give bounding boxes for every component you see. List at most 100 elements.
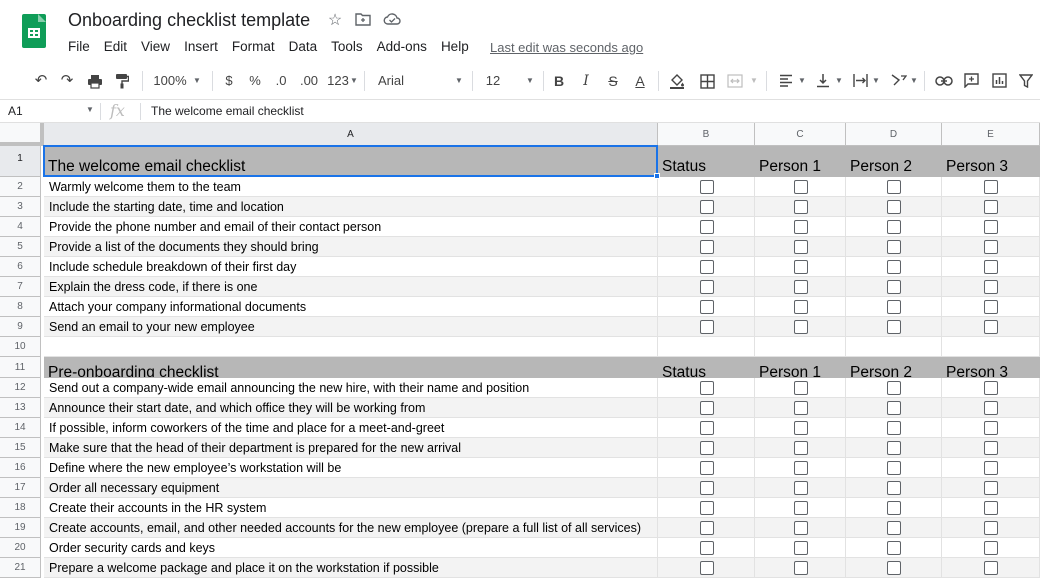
move-to-folder-icon[interactable] [354,12,372,30]
vertical-align-icon[interactable] [815,71,831,91]
format-currency-button[interactable]: $ [222,71,236,91]
checkbox[interactable] [984,180,998,194]
menu-add-ons[interactable]: Add-ons [370,38,434,58]
checkbox[interactable] [700,501,714,515]
formula-input[interactable]: The welcome email checklist [151,104,304,118]
checkbox-cell[interactable] [658,538,755,558]
checkbox[interactable] [984,300,998,314]
checklist-item-cell[interactable]: Define where the new employee’s workstat… [44,458,658,478]
checkbox[interactable] [700,541,714,555]
checkbox-cell[interactable] [846,438,942,458]
checkbox[interactable] [794,200,808,214]
row-header-6[interactable]: 6 [0,257,41,277]
checklist-item-cell[interactable]: Create their accounts in the HR system [44,498,658,518]
checkbox[interactable] [887,461,901,475]
checkbox-cell[interactable] [658,378,755,398]
insert-link-icon[interactable] [934,71,954,91]
checkbox[interactable] [700,561,714,575]
checkbox-cell[interactable] [942,558,1040,578]
checkbox[interactable] [794,381,808,395]
text-rotation-icon[interactable] [889,71,907,91]
italic-button[interactable]: I [579,71,593,91]
checklist-item-cell[interactable]: Order all necessary equipment [44,478,658,498]
checkbox-cell[interactable] [846,297,942,317]
last-edit-link[interactable]: Last edit was seconds ago [490,40,643,55]
checkbox-cell[interactable] [755,418,846,438]
checkbox-cell[interactable] [755,378,846,398]
checkbox[interactable] [984,401,998,415]
row-header-20[interactable]: 20 [0,538,41,558]
checkbox-cell[interactable] [846,458,942,478]
section-column-label[interactable]: Person 2 [846,146,942,177]
more-formats-button[interactable]: 123 [326,71,350,91]
section-column-label[interactable]: Person 2 [846,357,942,378]
font-dropdown-icon[interactable]: ▼ [454,71,464,91]
checkbox[interactable] [794,541,808,555]
menu-file[interactable]: File [61,38,97,58]
checkbox-cell[interactable] [942,538,1040,558]
checkbox[interactable] [794,481,808,495]
checkbox-cell[interactable] [755,197,846,217]
checkbox-cell[interactable] [846,378,942,398]
checkbox[interactable] [700,441,714,455]
row-header-7[interactable]: 7 [0,277,41,297]
checkbox[interactable] [984,481,998,495]
checkbox[interactable] [984,521,998,535]
borders-icon[interactable] [698,71,716,91]
name-box-dropdown-icon[interactable]: ▼ [86,105,94,114]
checkbox-cell[interactable] [942,257,1040,277]
checkbox-cell[interactable] [658,458,755,478]
row-header-21[interactable]: 21 [0,558,41,578]
checkbox-cell[interactable] [658,398,755,418]
checklist-item-cell[interactable]: Create accounts, email, and other needed… [44,518,658,538]
insert-chart-icon[interactable] [990,71,1008,91]
checkbox-cell[interactable] [846,558,942,578]
checkbox[interactable] [794,461,808,475]
checkbox-cell[interactable] [755,297,846,317]
checkbox-cell[interactable] [658,558,755,578]
checkbox[interactable] [887,401,901,415]
row-header-18[interactable]: 18 [0,498,41,518]
checkbox-cell[interactable] [942,478,1040,498]
checkbox-cell[interactable] [755,237,846,257]
checkbox-cell[interactable] [755,538,846,558]
checkbox-cell[interactable] [942,177,1040,197]
checklist-item-cell[interactable]: Make sure that the head of their departm… [44,438,658,458]
checkbox[interactable] [887,381,901,395]
checklist-item-cell[interactable]: Send an email to your new employee [44,317,658,337]
checkbox[interactable] [794,401,808,415]
name-box[interactable]: A1 [8,104,23,118]
row-header-2[interactable]: 2 [0,177,41,197]
menu-tools[interactable]: Tools [324,38,370,58]
filter-icon[interactable] [1017,71,1035,91]
checkbox[interactable] [887,421,901,435]
format-percent-button[interactable]: % [248,71,262,91]
section-title-cell[interactable]: Pre-onboarding checklist [44,357,658,378]
undo-icon[interactable]: ↶ [32,71,50,91]
checkbox[interactable] [794,180,808,194]
checkbox-cell[interactable] [942,217,1040,237]
empty-cell[interactable] [846,337,942,357]
checkbox[interactable] [887,280,901,294]
fill-color-icon[interactable] [668,71,686,91]
checkbox-cell[interactable] [846,237,942,257]
checkbox-cell[interactable] [658,197,755,217]
row-header-4[interactable]: 4 [0,217,41,237]
text-wrapping-dropdown-icon[interactable]: ▼ [872,71,880,91]
checkbox[interactable] [794,280,808,294]
checkbox[interactable] [984,461,998,475]
text-rotation-dropdown-icon[interactable]: ▼ [910,71,918,91]
row-header-11[interactable]: 11 [0,357,41,378]
row-header-12[interactable]: 12 [0,378,41,398]
checklist-item-cell[interactable]: Include the starting date, time and loca… [44,197,658,217]
checkbox-cell[interactable] [658,418,755,438]
checkbox-cell[interactable] [755,257,846,277]
checkbox[interactable] [984,320,998,334]
checkbox[interactable] [700,381,714,395]
row-header-17[interactable]: 17 [0,478,41,498]
strikethrough-button[interactable]: S [606,71,620,91]
menu-data[interactable]: Data [282,38,325,58]
cloud-status-icon[interactable] [383,12,401,30]
checkbox[interactable] [984,220,998,234]
checkbox-cell[interactable] [942,498,1040,518]
